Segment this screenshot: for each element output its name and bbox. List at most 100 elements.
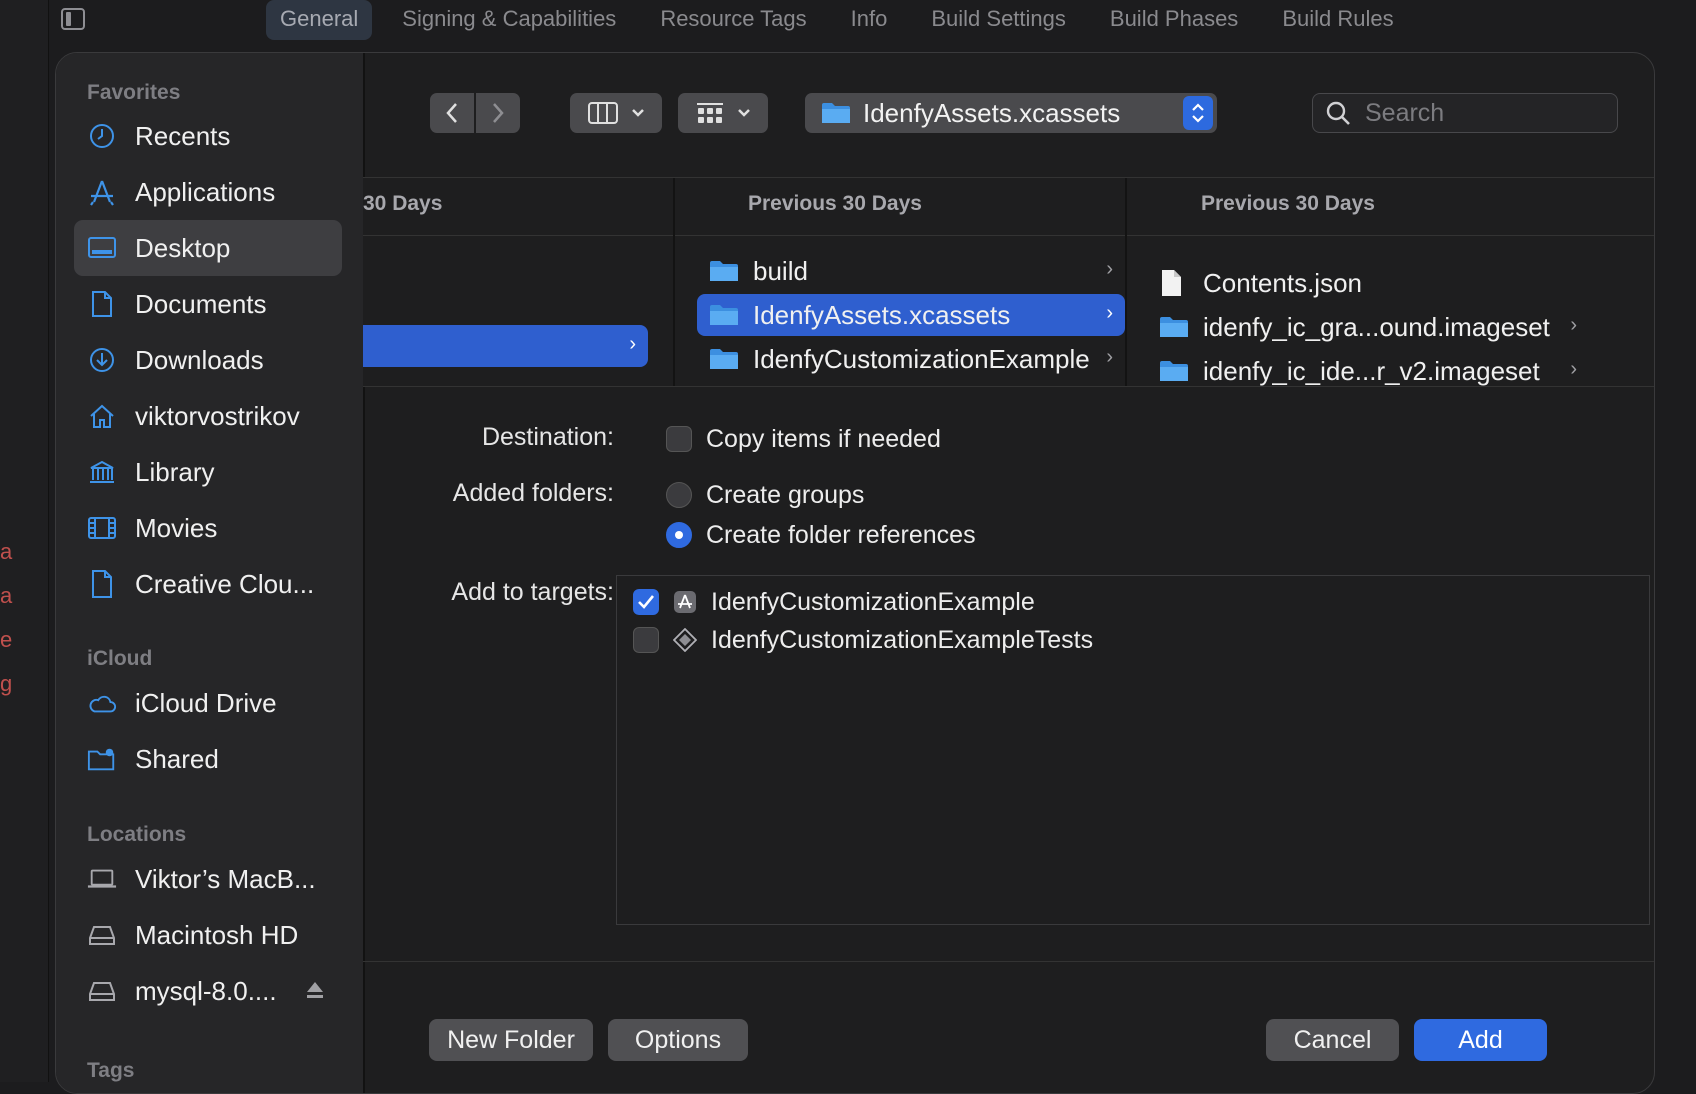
tab-signing-capabilities[interactable]: Signing & Capabilities — [388, 0, 630, 40]
column-browser: 30 Days › Previous 30 Days build › Idenf… — [363, 177, 1654, 387]
list-item[interactable]: build › — [697, 250, 1125, 292]
search-input[interactable] — [1363, 97, 1597, 129]
sidebar-item-movies[interactable]: Movies — [74, 500, 342, 556]
create-folder-references-radio[interactable] — [666, 522, 692, 548]
sidebar-item-documents[interactable]: Documents — [74, 276, 342, 332]
edge-char: a — [0, 583, 13, 608]
folder-icon — [1159, 314, 1189, 340]
app-target-icon — [673, 590, 697, 614]
new-folder-button[interactable]: New Folder — [429, 1019, 593, 1061]
disk-icon — [87, 976, 117, 1006]
footer-divider — [363, 961, 1654, 962]
sidebar-item-mysql[interactable]: mysql-8.0.... — [74, 963, 342, 1019]
item-label: idenfy_ic_gra...ound.imageset — [1203, 311, 1550, 342]
sidebar-item-applications[interactable]: Applications — [74, 164, 342, 220]
column-header: Previous 30 Days — [1201, 192, 1375, 215]
sidebar-section-icloud: iCloud — [87, 647, 153, 670]
sidebar-section-locations: Locations — [87, 823, 187, 846]
tab-build-settings[interactable]: Build Settings — [917, 0, 1080, 40]
disk-icon — [87, 920, 117, 950]
sidebar-item-desktop[interactable]: Desktop — [74, 220, 342, 276]
file-icon — [87, 569, 117, 599]
sidebar-item-label: Movies — [135, 512, 218, 543]
add-button[interactable]: Add — [1414, 1019, 1547, 1061]
sidebar-item-label: Library — [135, 456, 215, 487]
targets-list: IdenfyCustomizationExample IdenfyCustomi… — [616, 575, 1650, 925]
list-item[interactable]: IdenfyCustomizationExample › — [697, 338, 1125, 380]
create-groups-radio[interactable] — [666, 482, 692, 508]
sheet-main: IdenfyAssets.xcassets 30 Days › Previous… — [363, 53, 1654, 1093]
group-by-button[interactable] — [678, 93, 768, 133]
eject-icon[interactable] — [304, 979, 326, 1006]
sidebar-item-macbook[interactable]: Viktor’s MacB... — [74, 851, 342, 907]
create-folder-references-label[interactable]: Create folder references — [706, 521, 976, 550]
folder-icon — [709, 346, 739, 372]
list-item[interactable]: idenfy_ic_ide...r_v2.imageset › — [1147, 350, 1577, 386]
search-icon — [1325, 100, 1351, 126]
folder-icon — [821, 101, 851, 125]
create-groups-label[interactable]: Create groups — [706, 481, 864, 510]
tab-build-rules[interactable]: Build Rules — [1268, 0, 1407, 40]
sidebar: Favorites Recents Applications Desktop D… — [56, 53, 365, 1093]
sidebar-item-label: Shared — [135, 743, 219, 774]
options-button[interactable]: Options — [608, 1019, 748, 1061]
add-files-sheet: Favorites Recents Applications Desktop D… — [55, 52, 1655, 1094]
copy-items-checkbox[interactable] — [666, 426, 692, 452]
sidebar-item-home[interactable]: viktorvostrikov — [74, 388, 342, 444]
edge-char: g — [0, 671, 13, 696]
edge-char: a — [0, 539, 13, 564]
added-folders-label: Added folders: — [452, 479, 614, 507]
shared-folder-icon — [87, 744, 117, 774]
copy-items-label[interactable]: Copy items if needed — [706, 425, 941, 454]
folder-icon — [709, 258, 739, 284]
column-header: 30 Days — [363, 192, 443, 215]
sidebar-item-downloads[interactable]: Downloads — [74, 332, 342, 388]
sidebar-item-library[interactable]: Library — [74, 444, 342, 500]
sidebar-item-label: viktorvostrikov — [135, 400, 300, 431]
browser-column-3: Previous 30 Days Contents.json idenfy_ic… — [1127, 178, 1607, 386]
selected-folder-row[interactable]: › — [363, 325, 648, 367]
add-to-targets-label: Add to targets: — [451, 578, 614, 606]
list-item[interactable]: Contents.json — [1147, 262, 1577, 304]
tab-build-phases[interactable]: Build Phases — [1096, 0, 1252, 40]
sidebar-item-shared[interactable]: Shared — [74, 731, 342, 787]
edge-char: e — [0, 627, 13, 652]
tab-info[interactable]: Info — [837, 0, 902, 40]
sidebar-item-label: iCloud Drive — [135, 687, 277, 718]
target-row[interactable]: IdenfyCustomizationExample — [633, 584, 1035, 620]
sidebar-section-tags: Tags — [87, 1059, 135, 1082]
sidebar-item-creative-cloud[interactable]: Creative Clou... — [74, 556, 342, 612]
chevron-right-icon: › — [629, 333, 636, 355]
list-item-selected[interactable]: IdenfyAssets.xcassets › — [697, 294, 1125, 336]
tab-general[interactable]: General — [266, 0, 373, 40]
location-popup[interactable]: IdenfyAssets.xcassets — [805, 93, 1217, 133]
target-row[interactable]: IdenfyCustomizationExampleTests — [633, 622, 1093, 658]
view-mode-button[interactable] — [570, 93, 662, 133]
file-icon — [1159, 270, 1189, 296]
item-label: IdenfyCustomizationExample — [753, 343, 1090, 374]
location-label: IdenfyAssets.xcassets — [863, 97, 1121, 128]
tab-resource-tags[interactable]: Resource Tags — [646, 0, 820, 40]
forward-button[interactable] — [476, 93, 520, 133]
chevron-right-icon: › — [1106, 302, 1113, 324]
xcode-editor-tabs: General Signing & Capabilities Resource … — [266, 0, 1424, 40]
chevron-down-icon — [632, 109, 644, 117]
sidebar-item-icloud-drive[interactable]: iCloud Drive — [74, 675, 342, 731]
back-button[interactable] — [430, 93, 474, 133]
sidebar-item-recents[interactable]: Recents — [74, 108, 342, 164]
sidebar-item-label: Desktop — [135, 232, 231, 263]
item-label: build — [753, 255, 808, 286]
home-icon — [87, 401, 117, 431]
search-field[interactable] — [1312, 93, 1618, 133]
document-icon — [87, 289, 117, 319]
target-checkbox[interactable] — [633, 627, 659, 653]
popup-stepper-icon — [1183, 96, 1213, 130]
cloud-icon — [87, 688, 117, 718]
list-item[interactable]: idenfy_ic_gra...ound.imageset › — [1147, 306, 1577, 348]
sidebar-toggle-icon[interactable] — [61, 8, 85, 30]
target-checkbox[interactable] — [633, 589, 659, 615]
sidebar-item-macintosh-hd[interactable]: Macintosh HD — [74, 907, 342, 963]
cancel-button[interactable]: Cancel — [1266, 1019, 1399, 1061]
destination-label: Destination: — [481, 423, 614, 451]
library-icon — [87, 457, 117, 487]
